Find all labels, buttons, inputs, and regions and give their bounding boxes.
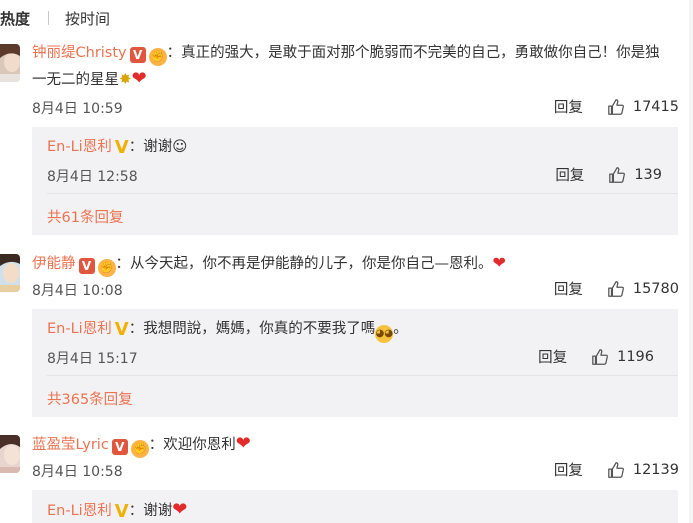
reply-text: En-Li恩利 V：谢谢☺ [47,135,187,159]
like-icon[interactable] [607,280,625,298]
heart-emoji-icon: ❤ [131,68,147,89]
like-count: 15780 [632,280,679,297]
reply-username[interactable]: En-Li恩利 [47,503,112,519]
verified-badge-icon: V [111,439,128,455]
avatar-image [0,435,20,473]
reply-button[interactable]: 回复 [554,96,583,117]
comment-body: ：从今天起，你不再是伊能静的儿子，你是你自己—恩利。 [115,256,493,272]
avatar[interactable] [0,44,20,82]
comment-text-continued: 一无二的星星✸❤ [32,66,147,93]
reply-body: ：谢谢☺ [128,139,188,155]
reply-text: En-Li恩利 V：谢谢❤ [47,498,187,523]
comment-username[interactable]: 蓝盈莹Lyric [32,437,109,453]
reply-box: En-Li恩利 V：我想問說，媽媽，你真的不要我了嗎◕◕。 8月4日 15:17 … [32,309,678,417]
reply-divider [47,193,678,194]
sort-time-tab[interactable]: 按时间 [65,8,110,29]
like-icon[interactable] [591,348,609,366]
reply-username[interactable]: En-Li恩利 [47,139,112,155]
reply-button[interactable]: 回复 [554,278,583,299]
heart-emoji-icon: ❤ [235,433,251,454]
reply-divider [47,375,678,376]
crying-emoji-icon: ◕◕ [375,325,394,343]
sort-divider [48,11,50,25]
reply-button[interactable]: 回复 [538,346,567,367]
reply-actions: 回复 1196 [538,346,654,367]
fan-badge-icon: ✊ [148,48,167,66]
comment-time: 8月4日 10:58 [32,464,123,480]
comment-username[interactable]: 钟丽缇Christy [32,45,127,61]
avatar-image [0,254,20,292]
comment-actions: 回复 17415 [554,96,679,117]
reply-username[interactable]: En-Li恩利 [47,321,112,337]
reply-time: 8月4日 12:58 [47,169,138,185]
comment-body-cont: 一无二的星星 [32,72,119,88]
reply-button[interactable]: 回复 [554,459,583,480]
comment-text: 钟丽缇Christy V ✊ ：真正的强大，是敢于面对那个脆弱而不完美的自己，勇敢做你… [32,40,660,66]
like-count: 139 [634,166,662,183]
heart-emoji-icon: ❤ [172,499,188,520]
reply-text: En-Li恩利 V：我想問說，媽媽，你真的不要我了嗎◕◕。 [47,317,408,343]
gold-v-icon: V [114,137,129,158]
comment-page: 热度 按时间 钟丽缇Christy V ✊ ：真正的强大，是敢于面对那个脆弱而不完美的… [0,0,693,523]
comment-text: 蓝盈莹Lyric V ✊ ：欢迎你恩利❤ [32,431,251,458]
comment-time: 8月4日 10:59 [32,101,123,117]
like-icon[interactable] [607,98,625,116]
like-icon[interactable] [607,461,625,479]
reply-body: ：我想問說，媽媽，你真的不要我了嗎 [128,321,376,337]
avatar-image [0,44,20,82]
sort-hot-tab[interactable]: 热度 [0,8,30,29]
reply-body-tail: 。 [393,321,408,337]
more-replies-link[interactable]: 共61条回复 [47,206,123,227]
reply-box: En-Li恩利 V：谢谢❤ [32,490,678,523]
sparkle-emoji-icon: ✸ [119,70,132,88]
fan-badge-icon: ✊ [97,259,116,277]
heart-emoji-icon: ❤ [492,253,506,272]
comment-body: ：欢迎你恩利 [148,437,236,453]
scrollbar-track[interactable] [689,0,693,523]
reply-actions: 回复 139 [555,164,662,185]
verified-badge-icon: V [78,258,95,274]
comment-text: 伊能静 V ✊ ：从今天起，你不再是伊能静的儿子，你是你自己—恩利。❤ [32,250,506,277]
comment-time: 8月4日 10:08 [32,283,123,299]
gold-v-icon: V [114,501,129,522]
verified-badge-icon: V [129,47,146,63]
gold-v-icon: V [114,319,129,340]
reply-time: 8月4日 15:17 [47,351,138,367]
comment-body: ：真正的强大，是敢于面对那个脆弱而不完美的自己，勇敢做你自己！你是独 [166,45,660,61]
sort-bar: 热度 按时间 [0,6,110,30]
reply-box: En-Li恩利 V：谢谢☺ 8月4日 12:58 回复 139 共61条回复 [32,127,678,235]
like-count: 17415 [632,98,679,115]
more-replies-link[interactable]: 共365条回复 [47,388,133,409]
comment-actions: 回复 12139 [554,459,679,480]
fan-badge-icon: ✊ [130,440,149,458]
reply-button[interactable]: 回复 [555,164,584,185]
comment-username[interactable]: 伊能静 [32,256,76,272]
like-icon[interactable] [608,166,626,184]
like-count: 1196 [617,348,654,365]
reply-body: ：谢谢 [128,503,173,519]
like-count: 12139 [632,461,679,478]
avatar[interactable] [0,435,20,473]
avatar[interactable] [0,254,20,292]
comment-actions: 回复 15780 [554,278,679,299]
